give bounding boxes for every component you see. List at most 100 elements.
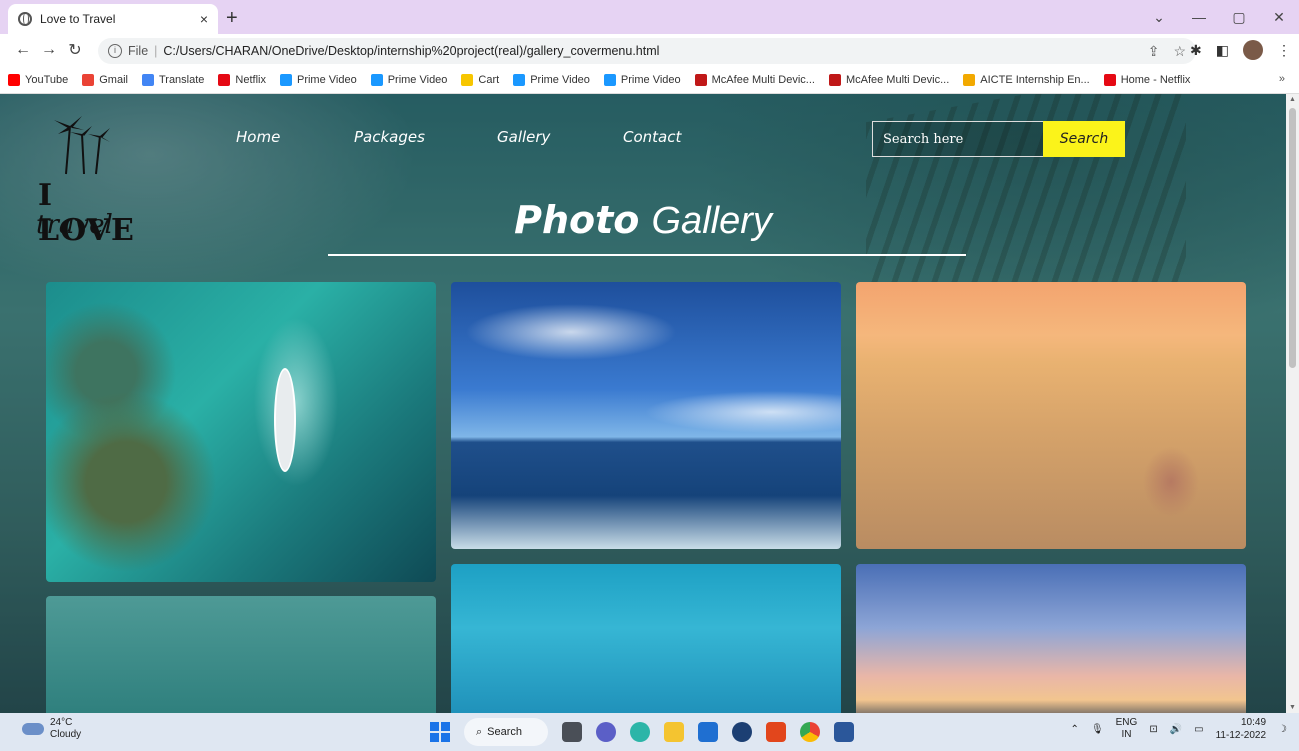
bookmark-favicon-icon bbox=[141, 73, 154, 86]
chevron-up-icon[interactable]: ⌃ bbox=[1071, 724, 1079, 735]
url-text[interactable]: C:/Users/CHARAN/OneDrive/Desktop/interns… bbox=[163, 44, 659, 58]
browser-toolbar: ← → ↻ i File | C:/Users/CHARAN/OneDrive/… bbox=[0, 34, 1299, 66]
page-title-bold: Photo bbox=[514, 198, 640, 242]
notifications-icon[interactable]: ☽ bbox=[1278, 724, 1287, 735]
bookmark-label: YouTube bbox=[25, 73, 69, 86]
extensions-icon[interactable]: ✱ bbox=[1190, 42, 1202, 59]
nav-gallery[interactable]: Gallery bbox=[497, 128, 550, 146]
language-code: ENG bbox=[1115, 717, 1138, 728]
bookmark-item[interactable]: McAfee Multi Devic... bbox=[828, 73, 950, 86]
scroll-up-icon[interactable]: ▲ bbox=[1289, 96, 1296, 103]
weather-condition: Cloudy bbox=[50, 729, 82, 740]
reload-icon[interactable]: ↻ bbox=[62, 40, 88, 60]
back-arrow-icon[interactable]: ← bbox=[10, 41, 36, 59]
bookmark-item[interactable]: Gmail bbox=[82, 73, 128, 86]
bookmark-label: McAfee Multi Devic... bbox=[845, 73, 950, 86]
battery-icon[interactable]: ▭ bbox=[1194, 724, 1203, 735]
maximize-button[interactable]: ▢ bbox=[1219, 9, 1259, 26]
bookmark-label: McAfee Multi Devic... bbox=[711, 73, 815, 86]
teams-icon[interactable] bbox=[596, 722, 616, 742]
gallery-photo-sunset-couple[interactable] bbox=[856, 282, 1246, 549]
gallery-photo-kayak[interactable] bbox=[46, 282, 436, 582]
bookmark-favicon-icon bbox=[218, 73, 231, 86]
url-separator: | bbox=[154, 44, 158, 58]
bookmark-item[interactable]: Prime Video bbox=[279, 73, 357, 86]
bookmark-label: Translate bbox=[158, 73, 205, 86]
gallery-photo-jetski[interactable] bbox=[451, 282, 841, 549]
kayak-shape bbox=[274, 368, 296, 472]
file-explorer-icon[interactable] bbox=[664, 722, 684, 742]
bookmark-star-icon[interactable]: ☆ bbox=[1173, 43, 1186, 60]
minimize-button[interactable]: — bbox=[1179, 9, 1219, 25]
bookmark-item[interactable]: Prime Video bbox=[513, 73, 590, 86]
chrome-icon[interactable] bbox=[800, 722, 820, 742]
bookmark-favicon-icon bbox=[963, 73, 976, 86]
close-window-button[interactable]: ✕ bbox=[1259, 9, 1299, 26]
close-tab-button[interactable]: × bbox=[200, 11, 208, 27]
system-tray: ⌃ 🎙 ENG IN ⊡ 🔊 ▭ 10:49 11-12-2022 ☽ bbox=[1071, 716, 1287, 742]
site-search-button[interactable]: Search bbox=[1043, 121, 1125, 157]
menu-icon[interactable]: ⋮ bbox=[1277, 42, 1291, 59]
network-icon[interactable]: ⊡ bbox=[1149, 724, 1157, 735]
gallery-photo-beach-sunset[interactable] bbox=[856, 564, 1246, 713]
word-icon[interactable] bbox=[834, 722, 854, 742]
side-panel-icon[interactable]: ◧ bbox=[1216, 42, 1229, 59]
office-icon[interactable] bbox=[766, 722, 786, 742]
bookmark-favicon-icon bbox=[1103, 73, 1116, 86]
gallery-photo-shallow-water[interactable] bbox=[46, 596, 436, 713]
bookmark-item[interactable]: Home - Netflix bbox=[1103, 73, 1191, 86]
edge-icon[interactable] bbox=[630, 722, 650, 742]
bookmark-item[interactable]: Prime Video bbox=[603, 73, 681, 86]
bookmark-item[interactable]: Netflix bbox=[218, 73, 266, 86]
window-controls: ⌄ — ▢ ✕ bbox=[1139, 0, 1299, 34]
bookmark-item[interactable]: YouTube bbox=[8, 73, 69, 86]
volume-icon[interactable]: 🔊 bbox=[1170, 724, 1182, 735]
tab-search-button[interactable]: ⌄ bbox=[1139, 9, 1179, 26]
bookmark-label: Cart bbox=[478, 73, 500, 86]
bookmark-label: Prime Video bbox=[530, 73, 590, 86]
scrollbar-thumb[interactable] bbox=[1289, 108, 1296, 368]
microphone-icon[interactable]: 🎙 bbox=[1091, 724, 1104, 735]
bookmark-label: Home - Netflix bbox=[1120, 73, 1191, 86]
bookmark-favicon-icon bbox=[82, 73, 95, 86]
mail-icon[interactable] bbox=[698, 722, 718, 742]
nav-contact[interactable]: Contact bbox=[623, 128, 681, 146]
weather-widget[interactable]: 24°C Cloudy bbox=[22, 717, 81, 741]
nav-packages[interactable]: Packages bbox=[354, 128, 425, 146]
browser-tab[interactable]: Love to Travel × bbox=[8, 4, 218, 34]
cloud-icon bbox=[22, 723, 44, 735]
bookmark-favicon-icon bbox=[603, 73, 616, 86]
nav-home[interactable]: Home bbox=[236, 128, 280, 146]
bookmark-favicon-icon bbox=[8, 73, 20, 86]
new-tab-button[interactable]: + bbox=[226, 7, 238, 30]
info-icon[interactable]: i bbox=[108, 44, 122, 58]
bookmark-item[interactable]: Prime Video bbox=[370, 73, 447, 86]
bookmark-item[interactable]: Translate bbox=[141, 73, 205, 86]
bookmark-item[interactable]: Cart bbox=[461, 73, 500, 86]
taskbar-search[interactable]: ⌕ Search bbox=[464, 718, 548, 746]
address-bar[interactable]: i File | C:/Users/CHARAN/OneDrive/Deskto… bbox=[98, 38, 1196, 64]
gallery-photo-blue-sea[interactable] bbox=[451, 564, 841, 713]
bookmark-favicon-icon bbox=[513, 73, 526, 86]
bookmark-favicon-icon bbox=[461, 73, 474, 86]
page-scrollbar[interactable]: ▲ ▼ bbox=[1286, 94, 1299, 713]
share-icon[interactable]: ⇪ bbox=[1148, 43, 1160, 60]
bookmarks-overflow-button[interactable]: » bbox=[1279, 73, 1285, 85]
bookmark-label: Prime Video bbox=[620, 73, 681, 86]
profile-avatar[interactable] bbox=[1243, 40, 1263, 60]
taskbar-search-label: Search bbox=[487, 726, 523, 738]
page-title: Photo Gallery bbox=[0, 198, 1286, 243]
title-divider bbox=[328, 254, 966, 256]
dell-icon[interactable] bbox=[732, 722, 752, 742]
search-icon: ⌕ bbox=[476, 725, 483, 738]
site-search-input[interactable] bbox=[872, 121, 1044, 157]
forward-arrow-icon[interactable]: → bbox=[36, 41, 62, 59]
clock[interactable]: 10:49 11-12-2022 bbox=[1216, 716, 1266, 742]
windows-start-icon[interactable] bbox=[430, 722, 450, 742]
bookmark-item[interactable]: AICTE Internship En... bbox=[963, 73, 1090, 86]
language-indicator[interactable]: ENG IN bbox=[1116, 717, 1138, 741]
page-title-light: Gallery bbox=[651, 200, 772, 242]
bookmark-item[interactable]: McAfee Multi Devic... bbox=[694, 73, 815, 86]
scroll-down-icon[interactable]: ▼ bbox=[1289, 704, 1296, 711]
task-view-icon[interactable] bbox=[562, 722, 582, 742]
